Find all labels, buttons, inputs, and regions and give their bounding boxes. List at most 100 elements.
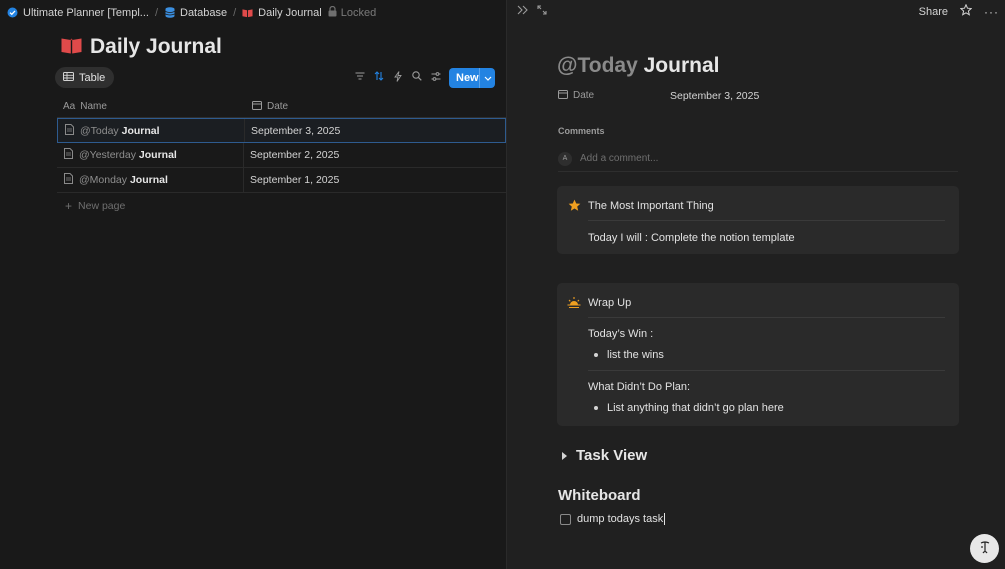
page-peek-panel: Share ··· @Today Journal Date September …	[506, 0, 1005, 569]
column-header-date[interactable]: Date	[246, 100, 288, 113]
breadcrumb-separator: /	[233, 6, 237, 19]
table-row[interactable]: @Today Journal September 3, 2025	[57, 118, 506, 143]
breadcrumb-label: Database	[180, 6, 228, 19]
win-label: Today’s Win :	[588, 328, 654, 340]
share-button[interactable]: Share	[919, 6, 948, 18]
help-icon	[977, 539, 993, 558]
view-toolbar: Table New	[55, 67, 506, 89]
row-title: Journal	[121, 124, 160, 137]
breadcrumb-separator: /	[154, 6, 158, 19]
todo-text[interactable]: dump todays task	[577, 513, 663, 525]
list-item[interactable]: list the wins	[594, 349, 664, 361]
column-label: Name	[80, 100, 107, 112]
row-date-cell[interactable]: September 1, 2025	[244, 174, 339, 186]
row-mention: @Today	[80, 124, 119, 137]
callout-wrap-up: Wrap Up Today’s Win : list the wins What…	[557, 283, 959, 426]
breadcrumb: Ultimate Planner [Templ... / Database / …	[0, 0, 506, 25]
table-row[interactable]: @Yesterday Journal September 2, 2025	[57, 143, 506, 168]
search-icon[interactable]	[412, 70, 422, 82]
new-button-label: New	[456, 72, 479, 84]
more-icon[interactable]: ···	[984, 5, 999, 19]
sort-icon[interactable]	[374, 70, 384, 82]
view-tools	[355, 70, 441, 82]
date-value[interactable]: September 3, 2025	[670, 90, 759, 102]
breadcrumb-item-planner[interactable]: Ultimate Planner [Templ...	[7, 7, 149, 19]
row-name-cell[interactable]: @Today Journal	[58, 119, 245, 142]
locked-label: Locked	[340, 6, 377, 19]
row-name-cell[interactable]: @Yesterday Journal	[57, 143, 244, 167]
row-mention: @Yesterday	[79, 149, 136, 161]
breadcrumb-item-database[interactable]: Database	[164, 7, 227, 19]
date-label: Date	[573, 90, 595, 101]
row-title: Journal	[129, 174, 168, 186]
toggle-arrow-icon[interactable]	[562, 451, 567, 460]
date-property: Date September 3, 2025	[558, 89, 958, 102]
breadcrumb-item-daily-journal[interactable]: Daily Journal	[242, 7, 322, 19]
page-icon	[65, 123, 74, 138]
bullet-text: list the wins	[607, 349, 664, 361]
locked-indicator[interactable]: Locked	[328, 5, 377, 20]
page-icon	[64, 148, 73, 162]
column-label: Date	[267, 100, 289, 112]
callout-heading: The Most Important Thing	[588, 200, 714, 212]
comment-input[interactable]: A Add a comment...	[558, 146, 958, 172]
database-panel: Ultimate Planner [Templ... / Database / …	[0, 0, 506, 569]
row-date-cell[interactable]: September 3, 2025	[245, 125, 340, 137]
page-title-text: Daily Journal	[90, 35, 222, 58]
star-outline-icon[interactable]	[959, 3, 973, 19]
row-mention: @Monday	[79, 174, 128, 186]
table-icon	[63, 71, 74, 84]
peek-actions: Share ···	[919, 3, 999, 19]
tab-table[interactable]: Table	[55, 67, 115, 88]
property-label[interactable]: Date	[558, 89, 670, 102]
text-aa-icon: Aa	[63, 100, 76, 112]
filter-icon[interactable]	[355, 70, 365, 82]
title-text: Journal	[643, 54, 720, 77]
tab-label: Table	[79, 71, 106, 84]
row-title: Journal	[138, 149, 177, 161]
automation-icon[interactable]	[393, 70, 403, 82]
page-title: Daily Journal	[61, 35, 222, 59]
toggle-task-view[interactable]: Task View	[562, 447, 647, 464]
list-item[interactable]: List anything that didn’t go plan here	[594, 402, 784, 414]
callout-text: Today I will : Complete the notion templ…	[588, 232, 795, 244]
new-button[interactable]: New	[449, 68, 495, 88]
sunset-icon[interactable]	[567, 295, 581, 309]
callout-most-important: The Most Important Thing Today I will : …	[557, 186, 959, 254]
expand-icon[interactable]	[537, 4, 547, 18]
new-page-button[interactable]: + New page	[57, 193, 506, 218]
divider	[588, 370, 945, 371]
plus-icon: +	[65, 198, 73, 213]
row-name-cell[interactable]: @Monday Journal	[57, 168, 244, 192]
database-table: Aa Name Date @Today Journal September 3,…	[57, 95, 506, 218]
comment-placeholder: Add a comment...	[580, 153, 659, 164]
divider	[588, 317, 945, 318]
settings-icon[interactable]	[431, 70, 441, 82]
new-page-label: New page	[78, 199, 126, 212]
star-icon[interactable]	[567, 198, 581, 212]
database-icon	[164, 7, 175, 18]
divider	[588, 220, 945, 221]
didnt-label: What Didn’t Do Plan:	[588, 381, 691, 393]
bullet-dot	[594, 353, 598, 357]
peek-page-title[interactable]: @Today Journal	[557, 54, 719, 78]
calendar-icon	[558, 89, 568, 102]
help-button[interactable]	[970, 534, 999, 563]
chevron-down-icon[interactable]	[479, 68, 495, 88]
row-date-cell[interactable]: September 2, 2025	[244, 149, 339, 161]
title-mention: @Today	[557, 54, 638, 77]
callout-heading: Wrap Up	[588, 297, 632, 309]
bullet-dot	[594, 406, 598, 410]
bullet-text: List anything that didn’t go plan here	[607, 402, 784, 414]
calendar-icon	[252, 100, 262, 113]
checkbox[interactable]	[560, 513, 571, 525]
close-peek-icon[interactable]	[517, 4, 529, 18]
lock-icon	[328, 5, 337, 20]
table-row[interactable]: @Monday Journal September 1, 2025	[57, 168, 506, 193]
todo-item[interactable]: dump todays task	[560, 513, 666, 526]
column-header-name[interactable]: Aa Name	[57, 101, 246, 112]
avatar: A	[558, 151, 572, 166]
toggle-heading: Task View	[576, 447, 648, 464]
table-header: Aa Name Date	[57, 95, 506, 118]
whiteboard-heading: Whiteboard	[558, 487, 641, 504]
